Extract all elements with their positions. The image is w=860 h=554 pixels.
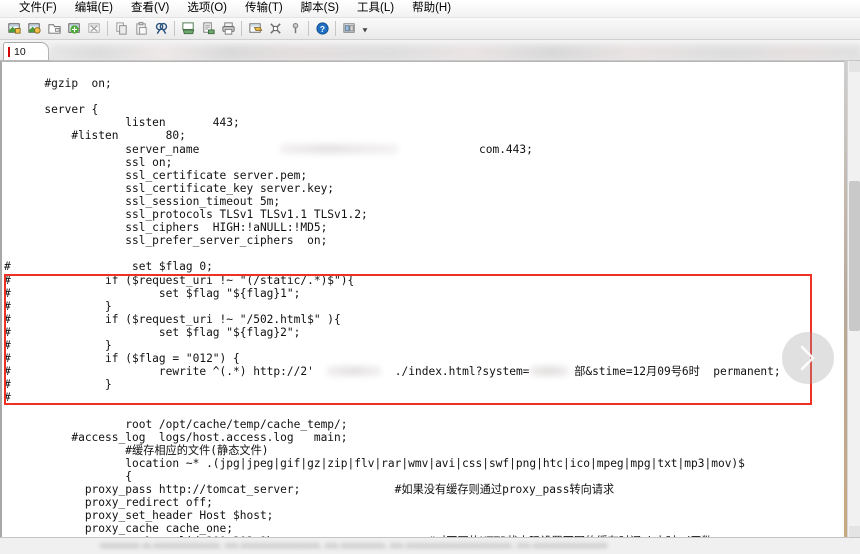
scrollbar-thumb[interactable]	[849, 181, 860, 331]
terminal-line: root /opt/cache/temp/cache_temp/;	[4, 417, 348, 431]
terminal-line: ssl_certificate server.pem;	[4, 168, 308, 182]
terminal-line: # if ($request_uri !~ "(/static/.*)$"){	[4, 273, 355, 287]
menu-transfer[interactable]: 传输(T)	[236, 0, 292, 17]
terminal-line: # if ($flag = "012") {	[4, 352, 240, 366]
terminal-line: ssl on;	[4, 155, 173, 169]
terminal-line: #缓存相应的文件(静态文件)	[4, 443, 269, 457]
paste-icon[interactable]	[131, 19, 151, 39]
terminal-line: #listen 80;	[4, 129, 186, 143]
clone-session-icon[interactable]	[44, 19, 64, 39]
terminal-line: proxy_set_header Host $host;	[4, 509, 274, 523]
menu-options[interactable]: 选项(O)	[178, 0, 236, 17]
reconnect-icon[interactable]	[64, 19, 84, 39]
terminal-line: ssl_protocols TLSv1 TLSv1.1 TLSv1.2;	[4, 208, 368, 222]
tab-label: 10	[14, 45, 26, 58]
toolbar-separator	[107, 21, 108, 36]
terminal-line: proxy_cache cache_one;	[4, 522, 234, 536]
menu-view[interactable]: 查看(V)	[122, 0, 178, 17]
redacted-text	[529, 366, 568, 377]
svg-text:?: ?	[319, 24, 324, 34]
terminal-output[interactable]: #gzip on; server { listen 443; #listen 8…	[2, 62, 848, 537]
arrange-icon[interactable]	[339, 19, 359, 39]
terminal-line: ssl_session_timeout 5m;	[4, 194, 281, 208]
redacted-text	[280, 143, 399, 154]
vertical-scrollbar[interactable]	[847, 61, 860, 537]
toolbar-separator	[241, 21, 242, 36]
scroll-down-arrow-icon[interactable]	[849, 526, 860, 537]
tab-bar: 10	[0, 40, 860, 61]
terminal-line: #gzip on;	[4, 77, 112, 91]
session-options-icon[interactable]	[245, 19, 265, 39]
terminal-line: ssl_certificate_key server.key;	[4, 181, 335, 195]
terminal-line: location ~* .(jpg|jpeg|gif|gz|zip|flv|ra…	[4, 456, 745, 470]
menu-tools[interactable]: 工具(L)	[348, 0, 403, 17]
chevron-right-icon	[800, 345, 815, 371]
terminal-line: # set $flag "${flag}2";	[4, 325, 301, 339]
terminal-line: # }	[4, 378, 112, 392]
session-tab-active[interactable]: 10	[3, 42, 49, 60]
terminal-line: #access_log logs/host.access.log main;	[4, 430, 348, 444]
print-icon[interactable]	[218, 19, 238, 39]
status-bar-redacted-text: xxxxxxxxx xx.xxxxxxxxxxxxxxx, xxx.xxxxxx…	[100, 541, 608, 550]
pin-icon[interactable]	[285, 19, 305, 39]
terminal-line: # set $flag 0;	[4, 260, 213, 274]
terminal-line: # if ($request_uri !~ "/502.html$" ){	[4, 312, 341, 326]
connect-icon[interactable]	[4, 19, 24, 39]
log-session-icon[interactable]	[198, 19, 218, 39]
terminal-client-window: 文件(F) 编辑(E) 查看(V) 选项(O) 传输(T) 脚本(S) 工具(L…	[0, 0, 860, 554]
toolbar-separator	[174, 21, 175, 36]
connect-sftp-icon[interactable]	[24, 19, 44, 39]
menu-help[interactable]: 帮助(H)	[403, 0, 460, 17]
disconnect-icon[interactable]	[84, 19, 104, 39]
terminal-line: proxy_redirect off;	[4, 496, 213, 510]
terminal-viewport[interactable]: #gzip on; server { listen 443; #listen 8…	[0, 61, 860, 537]
terminal-line: #	[4, 391, 11, 405]
terminal-line: ssl_prefer_server_ciphers on;	[4, 234, 328, 248]
terminal-line: listen 443;	[4, 116, 240, 130]
toolbar: ? ⯆	[0, 18, 860, 40]
find-icon[interactable]	[151, 19, 171, 39]
copy-icon[interactable]	[111, 19, 131, 39]
help-icon[interactable]: ?	[312, 19, 332, 39]
terminal-line: proxy_pass http://tomcat_server; #如果没有缓存…	[4, 483, 615, 496]
toolbar-overflow-icon[interactable]: ⯆	[359, 19, 371, 39]
menu-bar: 文件(F) 编辑(E) 查看(V) 选项(O) 传输(T) 脚本(S) 工具(L…	[0, 0, 860, 18]
menu-edit[interactable]: 编辑(E)	[66, 0, 122, 17]
print-screen-icon[interactable]	[178, 19, 198, 39]
terminal-line: {	[4, 469, 132, 483]
terminal-line: # set $flag "${flag}1";	[4, 286, 301, 300]
terminal-line: # }	[4, 338, 112, 352]
toolbar-separator	[308, 21, 309, 36]
terminal-line: server_name com.443;	[4, 142, 533, 156]
scroll-up-arrow-icon[interactable]	[849, 61, 860, 72]
tab-bar-redacted-region	[51, 45, 860, 60]
terminal-line: server {	[4, 103, 99, 117]
redacted-text	[327, 366, 382, 377]
terminal-line: ssl_ciphers HIGH:!aNULL:!MD5;	[4, 221, 328, 235]
menu-file[interactable]: 文件(F)	[10, 0, 66, 17]
toolbar-separator	[335, 21, 336, 36]
terminal-line: # }	[4, 299, 112, 313]
tab-activity-marker	[8, 46, 10, 57]
menu-script[interactable]: 脚本(S)	[292, 0, 348, 17]
next-image-button[interactable]	[782, 332, 834, 384]
global-options-icon[interactable]	[265, 19, 285, 39]
terminal-line: # rewrite ^(.*) http://2' ./index.html?s…	[4, 365, 781, 379]
status-bar: xxxxxxxxx xx.xxxxxxxxxxxxxxx, xxx.xxxxxx…	[0, 537, 860, 554]
